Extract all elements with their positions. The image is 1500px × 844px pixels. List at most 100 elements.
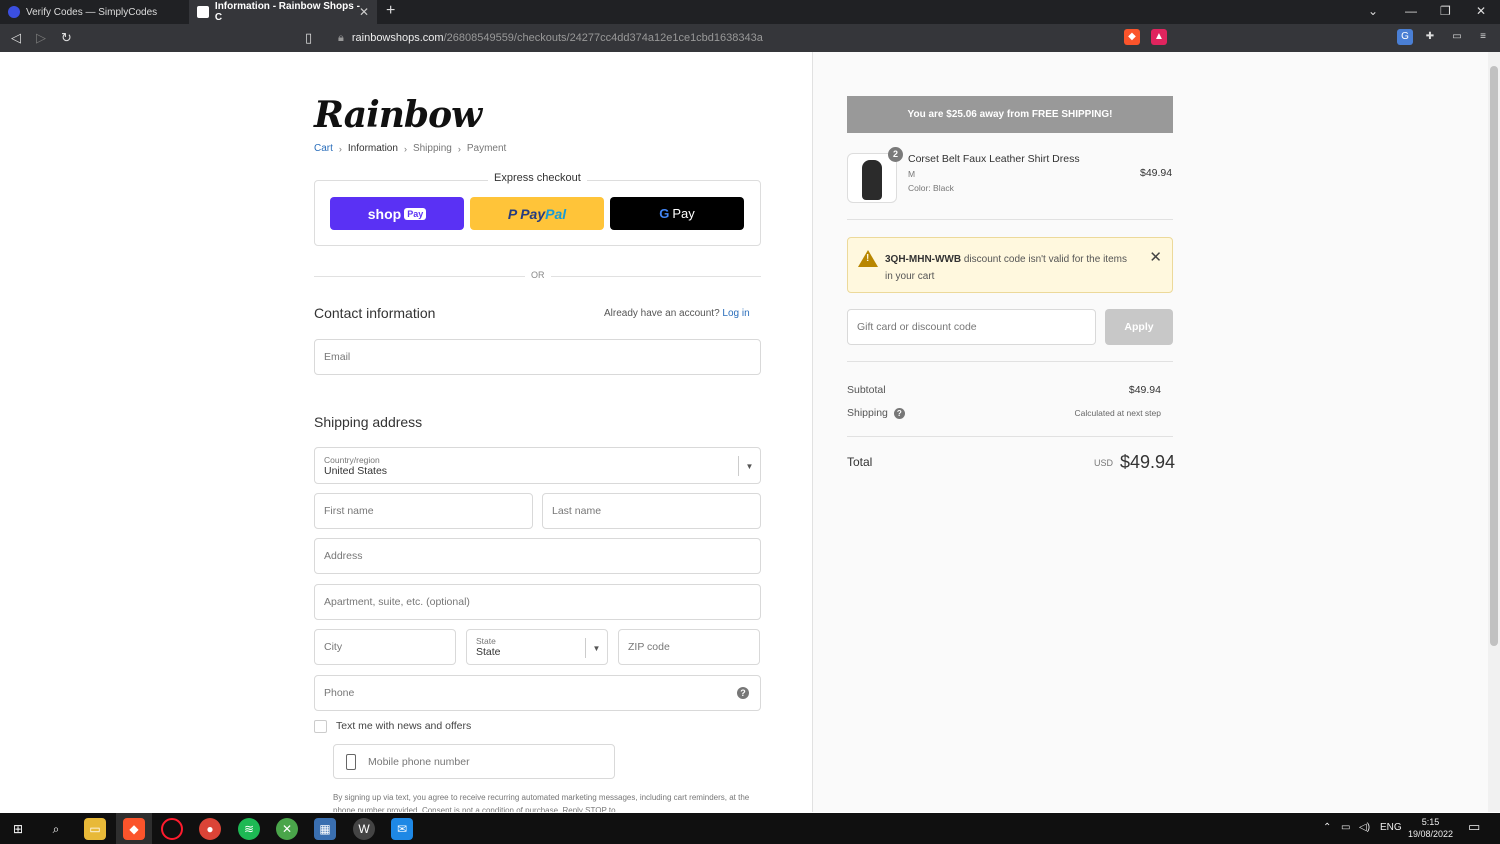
chrome-icon[interactable]: ● — [199, 818, 221, 840]
discount-code-input[interactable]: Gift card or discount code — [847, 309, 1096, 345]
state-select[interactable]: State State ▼ — [466, 629, 608, 665]
tab-close-icon[interactable]: ✕ — [359, 5, 369, 19]
total-currency: USD — [1094, 458, 1114, 468]
apartment-placeholder: Apartment, suite, etc. (optional) — [324, 596, 470, 608]
subtotal-label: Subtotal — [847, 384, 886, 396]
close-window-icon[interactable]: ✕ — [1476, 4, 1486, 18]
country-select[interactable]: Country/region United States ▼ — [314, 447, 761, 484]
clock-time: 5:15 — [1421, 817, 1440, 827]
brave-browser-icon[interactable]: ◆ — [123, 818, 145, 840]
wallet-icon[interactable]: ▭ — [1449, 29, 1465, 45]
bookmark-icon[interactable]: ▯ — [305, 30, 312, 46]
chevron-right-icon: › — [457, 143, 461, 154]
back-icon[interactable]: ◁ — [11, 30, 21, 46]
tab-simplycodes[interactable]: Verify Codes — SimplyCodes — [0, 0, 188, 24]
address-field[interactable]: Address — [314, 538, 761, 574]
email-placeholder: Email — [324, 351, 351, 363]
restore-icon[interactable]: ❐ — [1440, 4, 1451, 18]
city-field[interactable]: City — [314, 629, 456, 665]
xbox-icon[interactable]: ✕ — [276, 818, 298, 840]
rainbow-logo[interactable]: Rainbow — [314, 94, 482, 136]
opera-icon[interactable] — [161, 818, 183, 840]
system-clock[interactable]: 5:15 19/08/2022 — [1408, 816, 1453, 840]
tab-search-icon[interactable]: ⌄ — [1368, 4, 1378, 18]
help-icon[interactable]: ? — [893, 408, 905, 419]
login-link[interactable]: Log in — [722, 308, 749, 319]
chevron-right-icon: › — [403, 143, 407, 154]
google-pay-button[interactable]: G Pay — [610, 197, 744, 230]
volume-icon[interactable]: ◁) — [1359, 822, 1370, 833]
help-icon[interactable]: ? — [737, 687, 749, 699]
account-prompt: Already have an account? Log in — [604, 308, 750, 319]
windows-start-icon[interactable]: ⊞ — [7, 818, 29, 840]
notifications-icon[interactable]: ▭ — [1468, 819, 1480, 835]
text-me-checkbox[interactable] — [314, 720, 327, 733]
address-bar[interactable]: 🔒︎ rainbowshops.com /26808549559/checkou… — [328, 28, 1176, 48]
country-label: Country/region — [324, 454, 380, 465]
total-value: $49.94 — [1120, 452, 1176, 472]
zip-field[interactable]: ZIP code — [618, 629, 760, 665]
product-price: $49.94 — [1140, 167, 1173, 179]
email-field[interactable]: Email — [314, 339, 761, 375]
calculator-icon[interactable]: ▦ — [314, 818, 336, 840]
apartment-field[interactable]: Apartment, suite, etc. (optional) — [314, 584, 761, 620]
breadcrumb-information: Information — [347, 143, 398, 154]
tab-label: Information - Rainbow Shops - C — [214, 1, 360, 23]
contact-info-title: Contact information — [314, 305, 436, 321]
forward-icon[interactable]: ▷ — [36, 30, 46, 46]
tab-rainbow[interactable]: Information - Rainbow Shops - C ✕ — [189, 0, 377, 24]
reload-icon[interactable]: ↻ — [61, 30, 72, 46]
spotify-icon[interactable]: ≋ — [238, 818, 260, 840]
sms-disclaimer: By signing up via text, you agree to rec… — [333, 793, 750, 812]
city-placeholder: City — [324, 641, 343, 653]
breadcrumb-payment: Payment — [466, 143, 507, 154]
brave-rewards-icon[interactable]: ▲ — [1151, 29, 1167, 45]
clock-date: 19/08/2022 — [1408, 829, 1454, 839]
mail-icon[interactable]: ✉ — [391, 818, 413, 840]
url-host: rainbowshops.com — [351, 32, 444, 44]
apply-button[interactable]: Apply — [1105, 309, 1173, 345]
extensions-icon[interactable]: ✚ — [1422, 29, 1438, 45]
brave-shields-icon[interactable]: ◆ — [1124, 29, 1140, 45]
scrollbar-thumb[interactable] — [1490, 66, 1498, 646]
network-icon[interactable]: ▭ — [1341, 822, 1350, 833]
shipping-label: Shipping — [847, 407, 888, 419]
language-indicator[interactable]: ENG — [1380, 822, 1402, 833]
shipping-address-title: Shipping address — [314, 414, 423, 430]
chevron-down-icon: ▼ — [585, 638, 607, 658]
breadcrumb-cart[interactable]: Cart — [314, 143, 333, 154]
menu-icon[interactable]: ≡ — [1475, 29, 1491, 45]
country-value: United States — [324, 464, 388, 477]
discount-code: 3QH-MHN-WWB — [885, 254, 962, 265]
zip-placeholder: ZIP code — [628, 641, 670, 653]
breadcrumb: Cart › Information › Shipping › Payment — [314, 143, 506, 154]
phone-placeholder: Phone — [324, 687, 355, 699]
file-explorer-icon[interactable]: ▭ — [84, 818, 106, 840]
mobile-phone-field[interactable]: Mobile phone number — [333, 744, 615, 779]
subtotal-value: $49.94 — [1128, 384, 1161, 396]
word-app-icon[interactable]: W — [353, 818, 375, 840]
state-value: State — [476, 646, 501, 658]
dress-image — [862, 160, 882, 200]
rainbow-favicon-icon — [197, 6, 209, 18]
free-shipping-banner: You are $25.06 away from FREE SHIPPING! — [847, 96, 1173, 133]
close-icon[interactable]: ✕ — [1149, 248, 1162, 266]
browser-toolbar: ◁ ▷ ↻ ▯ 🔒︎ rainbowshops.com /26808549559… — [0, 24, 1500, 52]
shop-pay-shop: shop — [367, 205, 402, 222]
minimize-icon[interactable]: — — [1405, 4, 1417, 18]
new-tab-button[interactable]: + — [386, 2, 395, 20]
translate-icon[interactable]: G — [1397, 29, 1413, 45]
last-name-field[interactable]: Last name — [542, 493, 761, 529]
phone-field[interactable]: Phone ? — [314, 675, 761, 711]
paypal-button[interactable]: P Pay Pal — [470, 197, 604, 230]
shop-pay-button[interactable]: shop Pay — [330, 197, 464, 230]
chevron-right-icon: › — [338, 143, 342, 154]
gpay-label: Pay — [672, 206, 695, 221]
search-icon[interactable]: ⌕ — [45, 818, 67, 840]
total-label: Total — [847, 455, 873, 469]
quantity-badge: 2 — [888, 147, 903, 162]
first-name-field[interactable]: First name — [314, 493, 533, 529]
chevron-up-icon[interactable]: ⌃ — [1323, 822, 1331, 833]
url-path: /26808549559/checkouts/24277cc4dd374a12e… — [443, 32, 763, 44]
warning-text: 3QH-MHN-WWB discount code isn't valid fo… — [885, 251, 1135, 285]
